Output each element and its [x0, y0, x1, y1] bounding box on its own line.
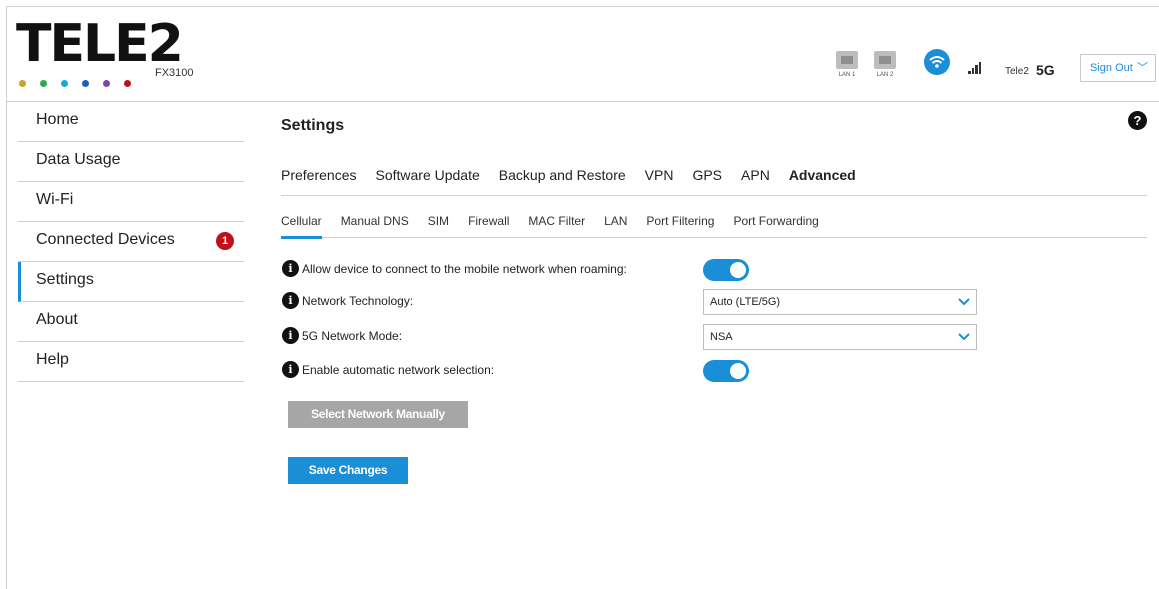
- sidebar-item-connected-devices[interactable]: Connected Devices 1: [18, 222, 244, 262]
- sign-out-button[interactable]: Sign Out ﹀: [1080, 54, 1156, 82]
- save-changes-button[interactable]: Save Changes: [288, 457, 408, 484]
- connected-devices-badge: 1: [216, 232, 234, 250]
- lan1-status: LAN 1: [834, 51, 860, 78]
- brand-dot: [124, 80, 131, 87]
- page-title: Settings: [281, 117, 345, 134]
- network-mode-value: NSA: [710, 331, 733, 343]
- tab-software-update[interactable]: Software Update: [375, 166, 479, 196]
- roaming-label: Allow device to connect to the mobile ne…: [302, 262, 627, 276]
- sidebar-item-data-usage[interactable]: Data Usage: [18, 142, 244, 182]
- signal-strength-icon: [968, 62, 981, 74]
- network-mode-label: 5G Network Mode:: [302, 329, 403, 343]
- sidebar-item-wifi[interactable]: Wi-Fi: [18, 182, 244, 222]
- help-icon[interactable]: ?: [1128, 111, 1147, 130]
- chevron-down-icon: [958, 298, 970, 306]
- sidebar-item-settings[interactable]: Settings: [18, 262, 244, 302]
- network-technology-select[interactable]: Auto (LTE/5G): [703, 289, 977, 315]
- network-technology-row: i Network Technology: Auto (LTE/5G): [281, 289, 1147, 315]
- auto-selection-label: Enable automatic network selection:: [302, 363, 495, 377]
- subtab-port-filtering[interactable]: Port Filtering: [646, 214, 714, 238]
- chevron-down-icon: ﹀: [1137, 62, 1148, 74]
- sidebar-item-home[interactable]: Home: [18, 102, 244, 142]
- brand-logo: TELE2: [16, 14, 184, 74]
- brand-dot: [82, 80, 89, 87]
- tab-advanced[interactable]: Advanced: [789, 166, 856, 196]
- sidebar-item-about[interactable]: About: [18, 302, 244, 342]
- carrier-name: Tele2: [1005, 66, 1029, 77]
- sidebar-item-label: Settings: [36, 271, 94, 288]
- sidebar-item-label: Home: [36, 111, 79, 128]
- network-mode-row: i 5G Network Mode: NSA: [281, 324, 1147, 350]
- tab-backup-restore[interactable]: Backup and Restore: [499, 166, 626, 196]
- network-mode-select[interactable]: NSA: [703, 324, 977, 350]
- chevron-down-icon: [958, 333, 970, 341]
- tab-apn[interactable]: APN: [741, 166, 770, 196]
- info-icon[interactable]: i: [282, 260, 299, 277]
- sign-out-label: Sign Out: [1090, 62, 1133, 74]
- sidebar-item-label: About: [36, 311, 78, 328]
- subtab-manual-dns[interactable]: Manual DNS: [341, 214, 409, 238]
- toggle-knob: [730, 363, 746, 379]
- roaming-row: i Allow device to connect to the mobile …: [281, 257, 1147, 281]
- subtab-sim[interactable]: SIM: [428, 214, 449, 238]
- sidebar-item-label: Help: [36, 351, 69, 368]
- network-type: 5G: [1036, 62, 1055, 78]
- network-technology-value: Auto (LTE/5G): [710, 296, 781, 308]
- subtab-cellular[interactable]: Cellular: [281, 214, 322, 239]
- lan-label: LAN 2: [876, 72, 894, 78]
- select-network-manually-button[interactable]: Select Network Manually: [288, 401, 468, 428]
- subtab-firewall[interactable]: Firewall: [468, 214, 509, 238]
- auto-selection-toggle[interactable]: [703, 360, 749, 382]
- lan2-status: LAN 2: [872, 51, 898, 78]
- brand-dot: [103, 80, 110, 87]
- sidebar-item-label: Wi-Fi: [36, 191, 74, 208]
- info-icon[interactable]: i: [282, 361, 299, 378]
- info-icon[interactable]: i: [282, 327, 299, 344]
- toggle-knob: [730, 262, 746, 278]
- info-icon[interactable]: i: [282, 292, 299, 309]
- brand-dot: [61, 80, 68, 87]
- lan-label: LAN 1: [838, 72, 856, 78]
- sidebar-item-help[interactable]: Help: [18, 342, 244, 382]
- subtab-port-forwarding[interactable]: Port Forwarding: [733, 214, 818, 238]
- settings-tabs: Preferences Software Update Backup and R…: [281, 166, 1147, 196]
- wifi-icon[interactable]: [924, 49, 950, 75]
- lan-port-icon: [874, 51, 896, 69]
- brand-dots: [19, 80, 131, 87]
- device-model: FX3100: [155, 67, 194, 79]
- advanced-subtabs: Cellular Manual DNS SIM Firewall MAC Fil…: [281, 214, 1147, 239]
- roaming-toggle[interactable]: [703, 259, 749, 281]
- subtab-lan[interactable]: LAN: [604, 214, 627, 238]
- tab-preferences[interactable]: Preferences: [281, 166, 356, 196]
- sidebar-item-label: Data Usage: [36, 151, 121, 168]
- sidebar: Home Data Usage Wi-Fi Connected Devices …: [18, 102, 244, 382]
- tab-vpn[interactable]: VPN: [645, 166, 674, 196]
- network-technology-label: Network Technology:: [302, 294, 414, 308]
- subtab-mac-filter[interactable]: MAC Filter: [528, 214, 585, 238]
- brand-dot: [19, 80, 26, 87]
- tab-gps[interactable]: GPS: [692, 166, 722, 196]
- auto-selection-row: i Enable automatic network selection:: [281, 358, 1147, 382]
- lan-port-icon: [836, 51, 858, 69]
- brand-dot: [40, 80, 47, 87]
- sidebar-item-label: Connected Devices: [36, 231, 175, 248]
- header: TELE2 FX3100 LAN 1 LAN 2 Tele2 5G Sign O…: [6, 6, 1159, 102]
